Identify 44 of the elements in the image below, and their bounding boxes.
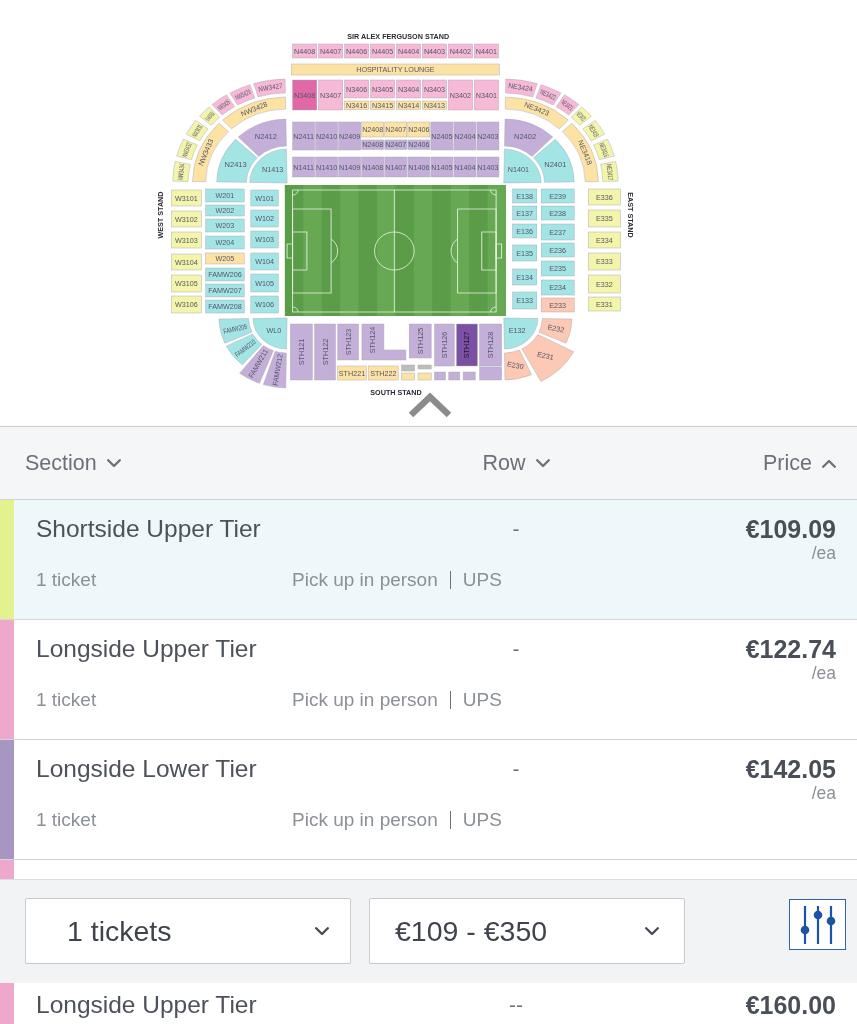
seat-section[interactable] (417, 372, 432, 381)
sort-button[interactable]: Section (25, 450, 121, 476)
section-name: Longside Lower Tier (36, 754, 258, 784)
ticket-count: 1 ticket (36, 808, 97, 832)
delivery-method: UPS (462, 808, 502, 832)
section-name: Longside Upper Tier (36, 990, 258, 1020)
sort-button[interactable]: Price (763, 450, 836, 476)
seat-section[interactable] (448, 371, 461, 381)
sliders-icon (798, 904, 837, 945)
delivery-method: Pick up in person (292, 808, 438, 832)
row-number: - (511, 516, 521, 542)
row-number: -- (508, 992, 524, 1018)
row-number: - (511, 756, 521, 782)
filter-button[interactable] (789, 899, 846, 950)
listing-row[interactable]: Longside Lower Tier - €142.05 /ea 1 ticket Pick up in person UPS (0, 740, 857, 860)
chevron-down-icon (645, 926, 659, 936)
price-unit: /ea (811, 544, 836, 562)
ticket-count: 1 ticket (36, 688, 97, 712)
seat-section[interactable] (479, 366, 502, 381)
price: €160.00 (745, 990, 836, 1020)
price-unit: /ea (811, 784, 836, 802)
listing-row[interactable]: Longside Upper Tier - €122.74 /ea 1 ticket Pick up in person UPS (0, 620, 857, 740)
seat-section[interactable] (401, 372, 415, 381)
dropdown[interactable]: €109 - €350 (369, 898, 685, 964)
sort-button[interactable]: Row (482, 450, 550, 476)
seat-section[interactable] (434, 371, 446, 381)
delivery-method: UPS (462, 688, 502, 712)
ticket-count: 1 ticket (36, 568, 97, 592)
delivery-method: Pick up in person (292, 568, 438, 592)
price-unit: /ea (811, 664, 836, 682)
seat-section[interactable] (417, 364, 432, 370)
delivery-method: Pick up in person (292, 688, 438, 712)
row-number: - (511, 636, 521, 662)
price: €122.74 (745, 634, 836, 664)
dropdown[interactable]: 1 tickets (25, 898, 351, 964)
section-name: Shortside Upper Tier (36, 514, 262, 544)
delivery-method: UPS (462, 568, 502, 592)
price: €109.09 (745, 514, 836, 544)
price: €142.05 (745, 754, 836, 784)
seat-section[interactable] (401, 364, 415, 372)
chevron-down-icon (315, 926, 329, 936)
seat-section[interactable] (462, 371, 476, 381)
section-name: Longside Upper Tier (36, 634, 258, 664)
listing-row[interactable]: Shortside Upper Tier - €109.09 /ea 1 ticket Pick up in person UPS (0, 500, 857, 620)
